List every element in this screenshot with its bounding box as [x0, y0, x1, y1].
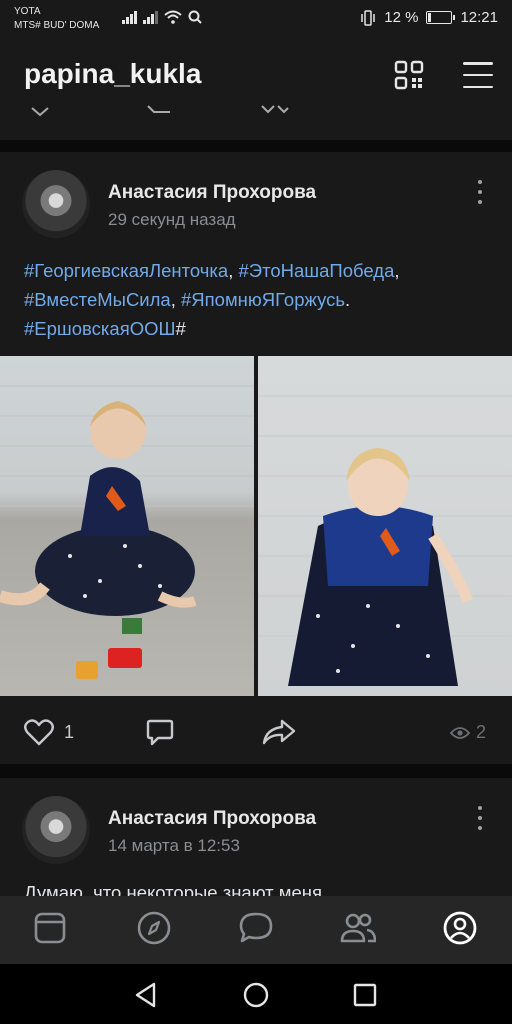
hashtag-separator: ,	[228, 260, 239, 281]
network-icons	[122, 10, 202, 24]
post-time: 14 марта в 12:53	[108, 836, 240, 855]
post-card: Анастасия Прохорова 14 марта в 12:53 Дум…	[0, 778, 512, 896]
like-icon[interactable]	[30, 106, 50, 116]
carrier-primary: YOTA	[14, 6, 41, 17]
vibrate-icon	[361, 9, 375, 26]
views-counter: 2	[450, 722, 486, 743]
page-title: papina_kukla	[24, 58, 202, 89]
search-icon	[188, 10, 202, 24]
hashtag-link[interactable]: #ГеоргиевскаяЛенточка	[24, 260, 228, 281]
share-icon	[262, 719, 296, 745]
hashtag-link[interactable]: #ЭтоНашаПобеда	[239, 260, 395, 281]
carrier-secondary: MTS# BUD' DOMA	[14, 20, 100, 31]
bottom-navigation	[0, 896, 512, 964]
feed-icon[interactable]	[32, 910, 68, 946]
post-actions: 1 2	[0, 714, 512, 764]
comment-icon[interactable]	[146, 104, 172, 116]
trailing-hash: #	[175, 318, 186, 339]
signal-icon	[143, 10, 158, 24]
like-button[interactable]: 1	[24, 718, 74, 746]
post-time: 29 секунд назад	[108, 210, 236, 229]
hashtag-link[interactable]: #ЕршовскаяООШ	[24, 318, 175, 339]
hashtag-link[interactable]: #ВместеМыСила	[24, 289, 171, 310]
more-options-icon[interactable]	[476, 180, 484, 204]
menu-button[interactable]	[463, 62, 493, 88]
battery-percent: 12 %	[384, 9, 419, 26]
like-count: 1	[64, 721, 75, 742]
more-options-icon[interactable]	[476, 806, 484, 830]
view-count: 2	[476, 722, 487, 742]
post-card: Анастасия Прохорова 29 секунд назад #Гео…	[0, 152, 512, 764]
battery-fill	[428, 13, 432, 22]
avatar[interactable]	[22, 170, 90, 238]
comment-icon	[146, 719, 174, 746]
photo-gallery	[0, 356, 512, 696]
status-bar: YOTA MTS# BUD' DOMA 12 % 12:21	[0, 0, 512, 40]
avatar[interactable]	[22, 796, 90, 864]
previous-post-actions	[0, 100, 512, 140]
hashtag-separator: ,	[394, 260, 400, 281]
app-header: papina_kukla	[0, 40, 512, 140]
post-photo[interactable]	[0, 356, 254, 696]
back-icon[interactable]	[134, 982, 158, 1008]
eye-icon	[450, 726, 470, 739]
post-photo[interactable]	[258, 356, 512, 696]
hashtag-link[interactable]: #ЯпомнюЯГоржусь	[181, 289, 345, 310]
battery-icon	[426, 11, 456, 24]
qr-code-icon[interactable]	[394, 60, 424, 90]
home-icon[interactable]	[243, 982, 269, 1008]
share-button[interactable]	[262, 718, 296, 746]
clock: 12:21	[460, 9, 498, 26]
share-icon[interactable]	[260, 104, 290, 116]
recents-icon[interactable]	[353, 982, 377, 1008]
wifi-icon	[164, 10, 182, 24]
discover-icon[interactable]	[136, 910, 172, 946]
post-text: #ГеоргиевскаяЛенточка, #ЭтоНашаПобеда, #…	[24, 256, 494, 343]
status-right: 12 % 12:21	[360, 9, 498, 26]
post-author[interactable]: Анастасия Прохорова	[108, 808, 316, 830]
post-author[interactable]: Анастасия Прохорова	[108, 182, 316, 204]
heart-icon	[24, 719, 54, 746]
comment-button[interactable]	[146, 718, 174, 746]
friends-icon[interactable]	[340, 910, 376, 946]
hashtag-separator: ,	[170, 289, 181, 310]
hashtag-separator: .	[345, 289, 351, 310]
system-navigation	[0, 964, 512, 1024]
carrier-info: YOTA MTS# BUD' DOMA	[14, 6, 99, 32]
profile-icon[interactable]	[442, 910, 478, 946]
post-text: Думаю, что некоторые знают меня	[24, 882, 323, 896]
signal-icon	[122, 10, 137, 24]
messages-icon[interactable]	[238, 910, 274, 946]
